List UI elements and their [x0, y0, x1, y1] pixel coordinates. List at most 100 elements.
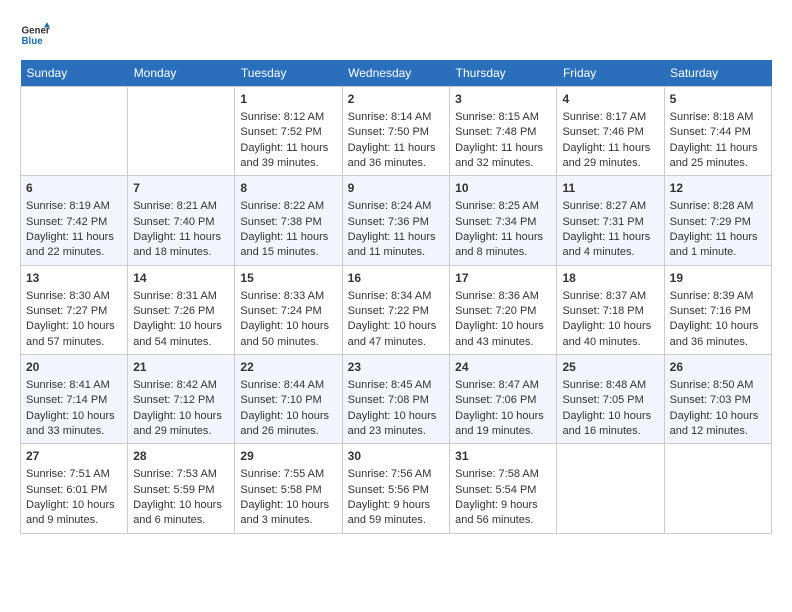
daylight-text: Daylight: 11 hours and 25 minutes.: [670, 142, 758, 169]
day-number: 4: [562, 91, 658, 108]
sunset-text: Sunset: 7:05 PM: [562, 394, 643, 406]
day-number: 15: [240, 270, 336, 287]
sunrise-text: Sunrise: 8:21 AM: [133, 200, 217, 212]
daylight-text: Daylight: 11 hours and 4 minutes.: [562, 231, 650, 258]
daylight-text: Daylight: 11 hours and 29 minutes.: [562, 142, 650, 169]
sunset-text: Sunset: 7:06 PM: [455, 394, 536, 406]
daylight-text: Daylight: 11 hours and 1 minute.: [670, 231, 758, 258]
sunrise-text: Sunrise: 8:19 AM: [26, 200, 110, 212]
daylight-text: Daylight: 10 hours and 9 minutes.: [26, 499, 115, 526]
sunrise-text: Sunrise: 8:33 AM: [240, 290, 324, 302]
sunrise-text: Sunrise: 8:25 AM: [455, 200, 539, 212]
calendar-cell: 21Sunrise: 8:42 AMSunset: 7:12 PMDayligh…: [128, 355, 235, 444]
day-number: 22: [240, 359, 336, 376]
sunset-text: Sunset: 7:22 PM: [348, 305, 429, 317]
calendar-cell: 15Sunrise: 8:33 AMSunset: 7:24 PMDayligh…: [235, 265, 342, 354]
day-header-monday: Monday: [128, 60, 235, 87]
calendar-week-3: 13Sunrise: 8:30 AMSunset: 7:27 PMDayligh…: [21, 265, 772, 354]
daylight-text: Daylight: 10 hours and 16 minutes.: [562, 410, 651, 437]
sunset-text: Sunset: 7:08 PM: [348, 394, 429, 406]
sunrise-text: Sunrise: 7:51 AM: [26, 468, 110, 480]
sunset-text: Sunset: 7:34 PM: [455, 216, 536, 228]
calendar-cell: 29Sunrise: 7:55 AMSunset: 5:58 PMDayligh…: [235, 444, 342, 533]
calendar-week-1: 1Sunrise: 8:12 AMSunset: 7:52 PMDaylight…: [21, 87, 772, 176]
calendar-cell: 7 Sunrise: 8:21 AM Sunset: 7:40 PM Daylight…: [128, 176, 235, 265]
day-number: 16: [348, 270, 445, 287]
calendar-cell: 6Sunrise: 8:19 AMSunset: 7:42 PMDaylight…: [21, 176, 128, 265]
svg-text:Blue: Blue: [22, 36, 44, 47]
logo-icon: General Blue: [20, 20, 50, 50]
page-header: General Blue: [20, 20, 772, 50]
day-number: 12: [670, 180, 766, 197]
day-number: 7: [133, 180, 229, 197]
day-number: 23: [348, 359, 445, 376]
day-header-tuesday: Tuesday: [235, 60, 342, 87]
daylight-text: Daylight: 11 hours and 39 minutes.: [240, 142, 328, 169]
sunset-text: Sunset: 5:54 PM: [455, 484, 536, 496]
calendar-cell: 9Sunrise: 8:24 AMSunset: 7:36 PMDaylight…: [342, 176, 450, 265]
day-number: 30: [348, 448, 445, 465]
calendar-cell: 2Sunrise: 8:14 AMSunset: 7:50 PMDaylight…: [342, 87, 450, 176]
sunrise-text: Sunrise: 8:34 AM: [348, 290, 432, 302]
day-number: 17: [455, 270, 551, 287]
daylight-text: Daylight: 10 hours and 26 minutes.: [240, 410, 329, 437]
sunrise-text: Sunrise: 8:39 AM: [670, 290, 754, 302]
sunrise-text: Sunrise: 7:58 AM: [455, 468, 539, 480]
calendar-cell: 26Sunrise: 8:50 AMSunset: 7:03 PMDayligh…: [664, 355, 771, 444]
daylight-text: Daylight: 9 hours and 56 minutes.: [455, 499, 538, 526]
sunset-text: Sunset: 7:44 PM: [670, 126, 751, 138]
calendar-cell: 23 Sunrise: 8:45 AM Sunset: 7:08 PM Dayligh…: [342, 355, 450, 444]
sunset-text: Sunset: 7:31 PM: [562, 216, 643, 228]
logo: General Blue: [20, 20, 54, 50]
daylight-text: Daylight: 11 hours and 18 minutes.: [133, 231, 221, 258]
sunrise-text: Sunrise: 8:48 AM: [562, 379, 646, 391]
sunset-text: Sunset: 7:38 PM: [240, 216, 321, 228]
sunset-text: Sunset: 7:14 PM: [26, 394, 107, 406]
day-number: 8: [240, 180, 336, 197]
sunset-text: Sunset: 7:46 PM: [562, 126, 643, 138]
day-number: 25: [562, 359, 658, 376]
day-number: 11: [562, 180, 658, 197]
sunrise-text: Sunrise: 8:45 AM: [348, 379, 432, 391]
daylight-text: Daylight: 10 hours and 23 minutes.: [348, 410, 437, 437]
calendar-cell: 12Sunrise: 8:28 AMSunset: 7:29 PMDayligh…: [664, 176, 771, 265]
sunset-text: Sunset: 7:40 PM: [133, 216, 214, 228]
day-header-friday: Friday: [557, 60, 664, 87]
sunset-text: Sunset: 7:50 PM: [348, 126, 429, 138]
daylight-text: Daylight: 10 hours and 43 minutes.: [455, 320, 544, 347]
calendar-cell: 18Sunrise: 8:37 AMSunset: 7:18 PMDayligh…: [557, 265, 664, 354]
daylight-text: Daylight: 10 hours and 33 minutes.: [26, 410, 115, 437]
calendar-cell: 13Sunrise: 8:30 AMSunset: 7:27 PMDayligh…: [21, 265, 128, 354]
day-number: 6: [26, 180, 122, 197]
daylight-text: Daylight: 10 hours and 47 minutes.: [348, 320, 437, 347]
day-number: 19: [670, 270, 766, 287]
sunset-text: Sunset: 7:52 PM: [240, 126, 321, 138]
calendar-cell: 16 Sunrise: 8:34 AM Sunset: 7:22 PM Dayligh…: [342, 265, 450, 354]
sunrise-text: Sunrise: 8:31 AM: [133, 290, 217, 302]
calendar-cell: 19Sunrise: 8:39 AMSunset: 7:16 PMDayligh…: [664, 265, 771, 354]
sunset-text: Sunset: 7:18 PM: [562, 305, 643, 317]
sunrise-text: Sunrise: 8:36 AM: [455, 290, 539, 302]
sunset-text: Sunset: 7:10 PM: [240, 394, 321, 406]
daylight-text: Daylight: 10 hours and 19 minutes.: [455, 410, 544, 437]
sunrise-text: Sunrise: 8:12 AM: [240, 111, 324, 123]
calendar-week-2: 6Sunrise: 8:19 AMSunset: 7:42 PMDaylight…: [21, 176, 772, 265]
sunset-text: Sunset: 6:01 PM: [26, 484, 107, 496]
day-number: 29: [240, 448, 336, 465]
day-number: 9: [348, 180, 445, 197]
sunrise-text: Sunrise: 8:17 AM: [562, 111, 646, 123]
sunrise-text: Sunrise: 8:15 AM: [455, 111, 539, 123]
day-number: 3: [455, 91, 551, 108]
sunrise-text: Sunrise: 8:42 AM: [133, 379, 217, 391]
day-number: 27: [26, 448, 122, 465]
daylight-text: Daylight: 11 hours and 11 minutes.: [348, 231, 436, 258]
sunrise-text: Sunrise: 8:37 AM: [562, 290, 646, 302]
day-header-saturday: Saturday: [664, 60, 771, 87]
sunrise-text: Sunrise: 8:27 AM: [562, 200, 646, 212]
calendar-cell: 11 Sunrise: 8:27 AM Sunset: 7:31 PM Dayligh…: [557, 176, 664, 265]
day-header-thursday: Thursday: [450, 60, 557, 87]
daylight-text: Daylight: 11 hours and 8 minutes.: [455, 231, 543, 258]
day-number: 26: [670, 359, 766, 376]
calendar-cell: 28Sunrise: 7:53 AMSunset: 5:59 PMDayligh…: [128, 444, 235, 533]
daylight-text: Daylight: 10 hours and 12 minutes.: [670, 410, 759, 437]
